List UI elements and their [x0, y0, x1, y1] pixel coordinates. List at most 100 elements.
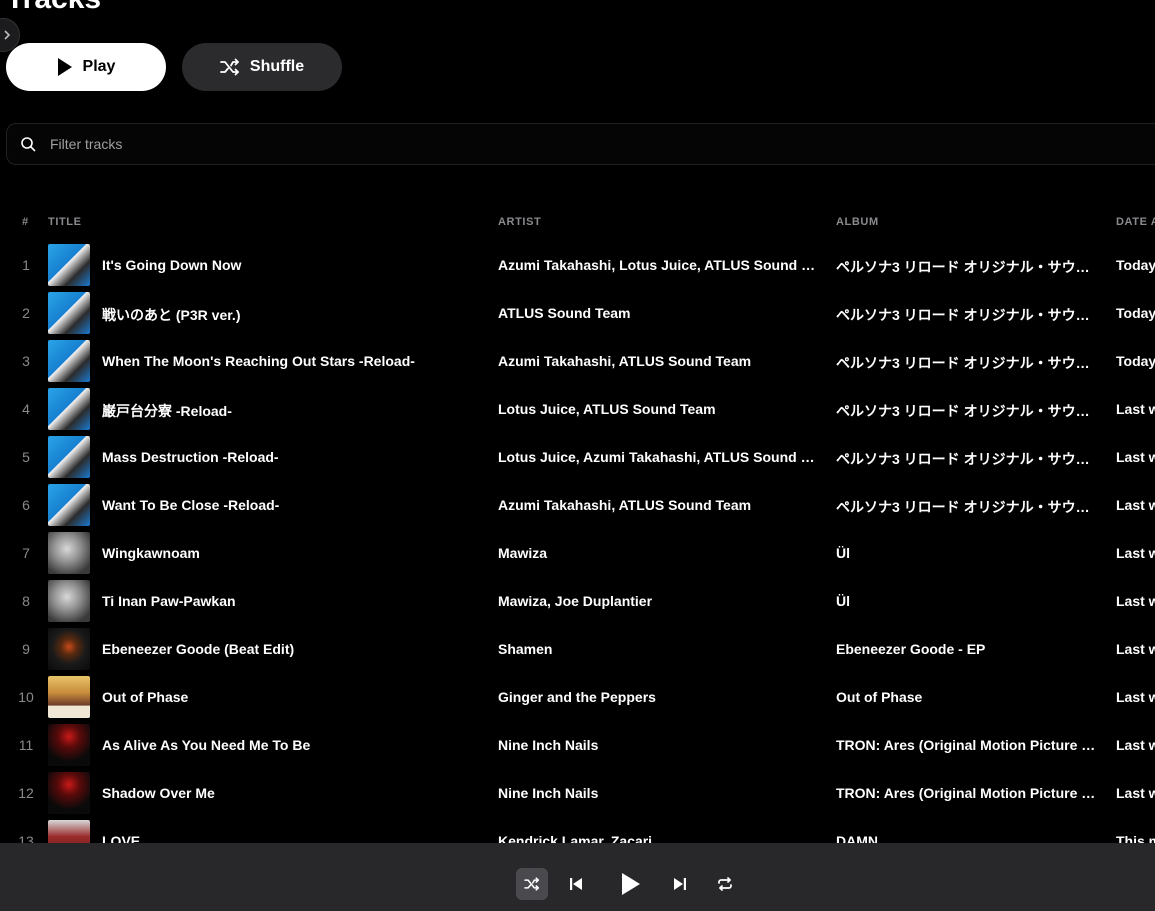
track-row[interactable]: 9 Ebeneezer Goode (Beat Edit) Shamen Ebe… [0, 625, 1155, 673]
track-title: Mass Destruction -Reload- [102, 449, 279, 465]
play-all-button[interactable]: Play [6, 43, 166, 91]
album-art [48, 436, 90, 478]
track-title: 戦いのあと (P3R ver.) [102, 307, 241, 323]
album-art [48, 340, 90, 382]
track-row[interactable]: 3 When The Moon's Reaching Out Stars -Re… [0, 337, 1155, 385]
track-artist[interactable]: Mawiza [498, 545, 822, 561]
track-date-added: Last week [1116, 497, 1155, 513]
track-title: Out of Phase [102, 689, 189, 705]
table-header: # TITLE ARTIST ALBUM DATE ADDED [0, 214, 1155, 232]
shuffle-icon [219, 58, 239, 76]
album-art [48, 628, 90, 670]
play-icon [57, 58, 72, 76]
player-previous-button[interactable] [566, 874, 586, 894]
header-album[interactable]: ALBUM [836, 216, 879, 228]
track-row[interactable]: 11 As Alive As You Need Me To Be Nine In… [0, 721, 1155, 769]
player-play-button[interactable] [617, 870, 645, 898]
track-date-added: Last week [1116, 641, 1155, 657]
track-row[interactable]: 7 Wingkawnoam Mawiza Ül Last week [0, 529, 1155, 577]
player-bar [0, 843, 1155, 911]
album-art [48, 292, 90, 334]
track-number: 12 [18, 785, 34, 801]
track-number: 6 [22, 497, 30, 513]
skip-back-icon [570, 878, 582, 890]
track-title: Shadow Over Me [102, 785, 215, 801]
track-row[interactable]: 2 戦いのあと (P3R ver.) ATLUS Sound Team ペルソナ… [0, 289, 1155, 337]
track-date-added: Today [1116, 353, 1155, 369]
track-date-added: Last week [1116, 449, 1155, 465]
search-icon [20, 135, 38, 153]
track-album[interactable]: ペルソナ3 リロード オリジナル・サウンドトラック [836, 353, 1098, 373]
player-repeat-button[interactable] [715, 874, 735, 894]
track-row[interactable]: 8 Ti Inan Paw-Pawkan Mawiza, Joe Duplant… [0, 577, 1155, 625]
track-album[interactable]: ペルソナ3 リロード オリジナル・サウンドトラック [836, 305, 1098, 325]
track-number: 9 [22, 641, 30, 657]
track-title: It's Going Down Now [102, 257, 242, 273]
track-date-added: Last week [1116, 785, 1155, 801]
track-album[interactable]: TRON: Ares (Original Motion Picture Soun… [836, 785, 1098, 801]
track-artist[interactable]: Azumi Takahashi, Lotus Juice, ATLUS Soun… [498, 257, 822, 273]
track-date-added: Last week [1116, 593, 1155, 609]
track-title: Want To Be Close -Reload- [102, 497, 280, 513]
track-artist[interactable]: Nine Inch Nails [498, 785, 822, 801]
track-title: As Alive As You Need Me To Be [102, 737, 311, 753]
header-number: # [22, 216, 29, 228]
track-artist[interactable]: Lotus Juice, Azumi Takahashi, ATLUS Soun… [498, 449, 822, 465]
track-title: When The Moon's Reaching Out Stars -Relo… [102, 353, 415, 369]
player-shuffle-button[interactable] [516, 868, 548, 900]
album-art [48, 484, 90, 526]
repeat-icon [718, 877, 732, 891]
track-number: 5 [22, 449, 30, 465]
shuffle-icon [524, 877, 539, 891]
track-artist[interactable]: ATLUS Sound Team [498, 305, 822, 321]
play-all-label: Play [82, 58, 116, 75]
track-date-added: Last week [1116, 689, 1155, 705]
track-artist[interactable]: Ginger and the Peppers [498, 689, 822, 705]
track-date-added: Today [1116, 305, 1155, 321]
track-artist[interactable]: Mawiza, Joe Duplantier [498, 593, 822, 609]
filter-bar [6, 123, 1155, 165]
filter-tracks-input[interactable] [50, 136, 650, 152]
track-title: Wingkawnoam [102, 545, 200, 561]
track-number: 4 [22, 401, 30, 417]
track-date-added: Last week [1116, 545, 1155, 561]
player-next-button[interactable] [670, 874, 690, 894]
track-row[interactable]: 12 Shadow Over Me Nine Inch Nails TRON: … [0, 769, 1155, 817]
track-album[interactable]: Ül [836, 593, 1098, 609]
track-row[interactable]: 5 Mass Destruction -Reload- Lotus Juice,… [0, 433, 1155, 481]
track-artist[interactable]: Shamen [498, 641, 822, 657]
album-art [48, 244, 90, 286]
album-art [48, 724, 90, 766]
shuffle-all-label: Shuffle [249, 58, 305, 75]
track-number: 2 [22, 305, 30, 321]
shuffle-all-button[interactable]: Shuffle [182, 43, 342, 91]
track-album[interactable]: TRON: Ares (Original Motion Picture Soun… [836, 737, 1098, 753]
track-artist[interactable]: Azumi Takahashi, ATLUS Sound Team [498, 353, 822, 369]
track-album[interactable]: Ül [836, 545, 1098, 561]
header-date-added[interactable]: DATE ADDED [1116, 216, 1155, 228]
track-album[interactable]: Out of Phase [836, 689, 1098, 705]
track-number: 7 [22, 545, 30, 561]
track-artist[interactable]: Lotus Juice, ATLUS Sound Team [498, 401, 822, 417]
header-title[interactable]: TITLE [48, 216, 82, 228]
track-list: 1 It's Going Down Now Azumi Takahashi, L… [0, 241, 1155, 865]
play-icon [622, 873, 640, 895]
track-album[interactable]: ペルソナ3 リロード オリジナル・サウンドトラック [836, 497, 1098, 517]
album-art [48, 772, 90, 814]
album-art [48, 532, 90, 574]
track-artist[interactable]: Azumi Takahashi, ATLUS Sound Team [498, 497, 822, 513]
album-art [48, 676, 90, 718]
track-row[interactable]: 10 Out of Phase Ginger and the Peppers O… [0, 673, 1155, 721]
track-album[interactable]: Ebeneezer Goode - EP [836, 641, 1098, 657]
header-artist[interactable]: ARTIST [498, 216, 541, 228]
track-artist[interactable]: Nine Inch Nails [498, 737, 822, 753]
skip-forward-icon [674, 878, 686, 890]
track-date-added: Last week [1116, 401, 1155, 417]
track-row[interactable]: 6 Want To Be Close -Reload- Azumi Takaha… [0, 481, 1155, 529]
track-number: 3 [22, 353, 30, 369]
track-row[interactable]: 1 It's Going Down Now Azumi Takahashi, L… [0, 241, 1155, 289]
track-album[interactable]: ペルソナ3 リロード オリジナル・サウンドトラック [836, 449, 1098, 469]
track-album[interactable]: ペルソナ3 リロード オリジナル・サウンドトラック [836, 401, 1098, 421]
track-album[interactable]: ペルソナ3 リロード オリジナル・サウンドトラック [836, 257, 1098, 277]
track-row[interactable]: 4 巌戸台分寮 -Reload- Lotus Juice, ATLUS Soun… [0, 385, 1155, 433]
